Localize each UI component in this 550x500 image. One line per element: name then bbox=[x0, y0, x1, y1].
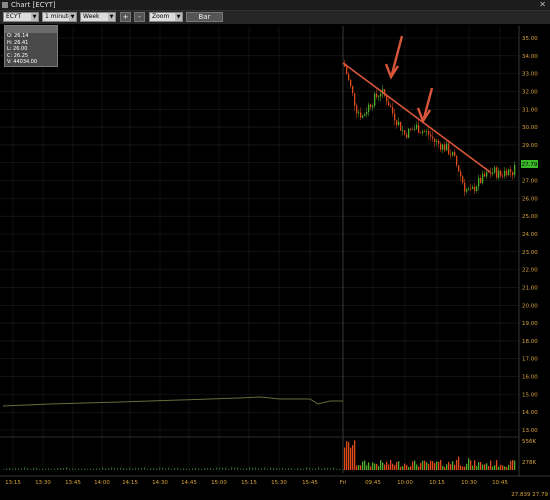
volume-tick-label: 278K bbox=[522, 460, 536, 466]
current-price-marker: 27.79 bbox=[521, 160, 538, 168]
symbol-value: ECYT bbox=[6, 13, 22, 20]
zoom-value: Zoom bbox=[152, 13, 170, 20]
price-tick-label: 27.00 bbox=[522, 179, 538, 185]
price-tick-label: 24.00 bbox=[522, 232, 538, 238]
time-tick-label: 14:15 bbox=[122, 480, 138, 486]
time-tick-label: 09:45 bbox=[365, 480, 381, 486]
time-tick-label: 10:45 bbox=[492, 480, 508, 486]
chevron-down-icon[interactable]: ▼ bbox=[69, 13, 76, 21]
ohlc-info-box: O: 26.14 H: 26.41 L: 26.00 C: 26.25 V: 4… bbox=[4, 25, 58, 67]
time-tick-label: 15:30 bbox=[271, 480, 287, 486]
price-tick-label: 18.00 bbox=[522, 339, 538, 345]
price-tick-label: 30.00 bbox=[522, 125, 538, 131]
price-tick-label: 21.00 bbox=[522, 285, 538, 291]
time-axis-labels: 13:15 13:30 13:45 14:00 14:15 14:30 14:45 15:00… bbox=[5, 480, 508, 486]
time-tick-label: 15:15 bbox=[241, 480, 257, 486]
symbol-select[interactable]: ECYT ▼ bbox=[3, 12, 39, 22]
price-tick-label: 25.00 bbox=[522, 214, 538, 220]
price-tick-label: 14.00 bbox=[522, 410, 538, 416]
chevron-down-icon[interactable]: ▼ bbox=[108, 13, 115, 21]
interval-value: 1 minute bbox=[45, 13, 72, 20]
price-tick-label: 29.00 bbox=[522, 143, 538, 149]
zoom-select[interactable]: Zoom ▼ bbox=[149, 12, 183, 22]
window-title-bar: Chart [ECYT] ✕ bbox=[0, 0, 550, 11]
price-tick-label: 34.00 bbox=[522, 54, 538, 60]
chart-toolbar: ECYT ▼ 1 minute ▼ Week ▼ + - Zoom ▼ Bar bbox=[0, 11, 550, 25]
price-tick-label: 15.00 bbox=[522, 392, 538, 398]
window-title: Chart [ECYT] bbox=[11, 1, 56, 9]
time-tick-label: 15:00 bbox=[211, 480, 227, 486]
price-tick-label: 23.00 bbox=[522, 250, 538, 256]
zoom-in-button[interactable]: + bbox=[120, 12, 131, 22]
time-tick-label: 15:45 bbox=[302, 480, 318, 486]
status-values: 27.839 27.79 bbox=[511, 492, 548, 498]
time-tick-label: 10:00 bbox=[397, 480, 413, 486]
price-tick-label: 17.00 bbox=[522, 357, 538, 363]
price-tick-label: 31.00 bbox=[522, 107, 538, 113]
zoom-out-button[interactable]: - bbox=[134, 12, 145, 22]
price-tick-label: 16.00 bbox=[522, 375, 538, 381]
volume-tick-label: 556K bbox=[522, 439, 536, 445]
chevron-down-icon[interactable]: ▼ bbox=[31, 13, 38, 21]
time-tick-label: 13:30 bbox=[35, 480, 51, 486]
price-chart[interactable]: 35.0034.0033.0032.0031.0030.0029.0028.00… bbox=[0, 24, 550, 500]
time-tick-label: 13:45 bbox=[65, 480, 81, 486]
svg-text:27.79: 27.79 bbox=[522, 162, 538, 168]
chart-app-icon bbox=[2, 2, 8, 8]
interval-select[interactable]: 1 minute ▼ bbox=[42, 12, 77, 22]
price-tick-label: 35.00 bbox=[522, 36, 538, 42]
info-box-header bbox=[5, 26, 57, 33]
time-tick-label: 14:00 bbox=[94, 480, 110, 486]
price-tick-label: 22.00 bbox=[522, 268, 538, 274]
time-tick-label: 13:15 bbox=[5, 480, 21, 486]
time-tick-label: 10:15 bbox=[429, 480, 445, 486]
bar-type-button[interactable]: Bar bbox=[186, 12, 223, 22]
chevron-down-icon[interactable]: ▼ bbox=[175, 13, 182, 21]
time-tick-label: 10:30 bbox=[461, 480, 477, 486]
time-tick-label: 14:30 bbox=[152, 480, 168, 486]
price-tick-label: 13.00 bbox=[522, 428, 538, 434]
price-tick-label: 33.00 bbox=[522, 72, 538, 78]
time-tick-label: 14:45 bbox=[181, 480, 197, 486]
time-tick-label: Fri bbox=[340, 480, 347, 486]
price-tick-label: 26.00 bbox=[522, 196, 538, 202]
range-select[interactable]: Week ▼ bbox=[80, 12, 116, 22]
range-value: Week bbox=[83, 13, 100, 20]
volume-value: V: 44034.00 bbox=[7, 59, 38, 65]
price-tick-label: 19.00 bbox=[522, 321, 538, 327]
price-tick-label: 20.00 bbox=[522, 303, 538, 309]
close-icon[interactable]: ✕ bbox=[539, 0, 546, 10]
price-tick-label: 32.00 bbox=[522, 89, 538, 95]
